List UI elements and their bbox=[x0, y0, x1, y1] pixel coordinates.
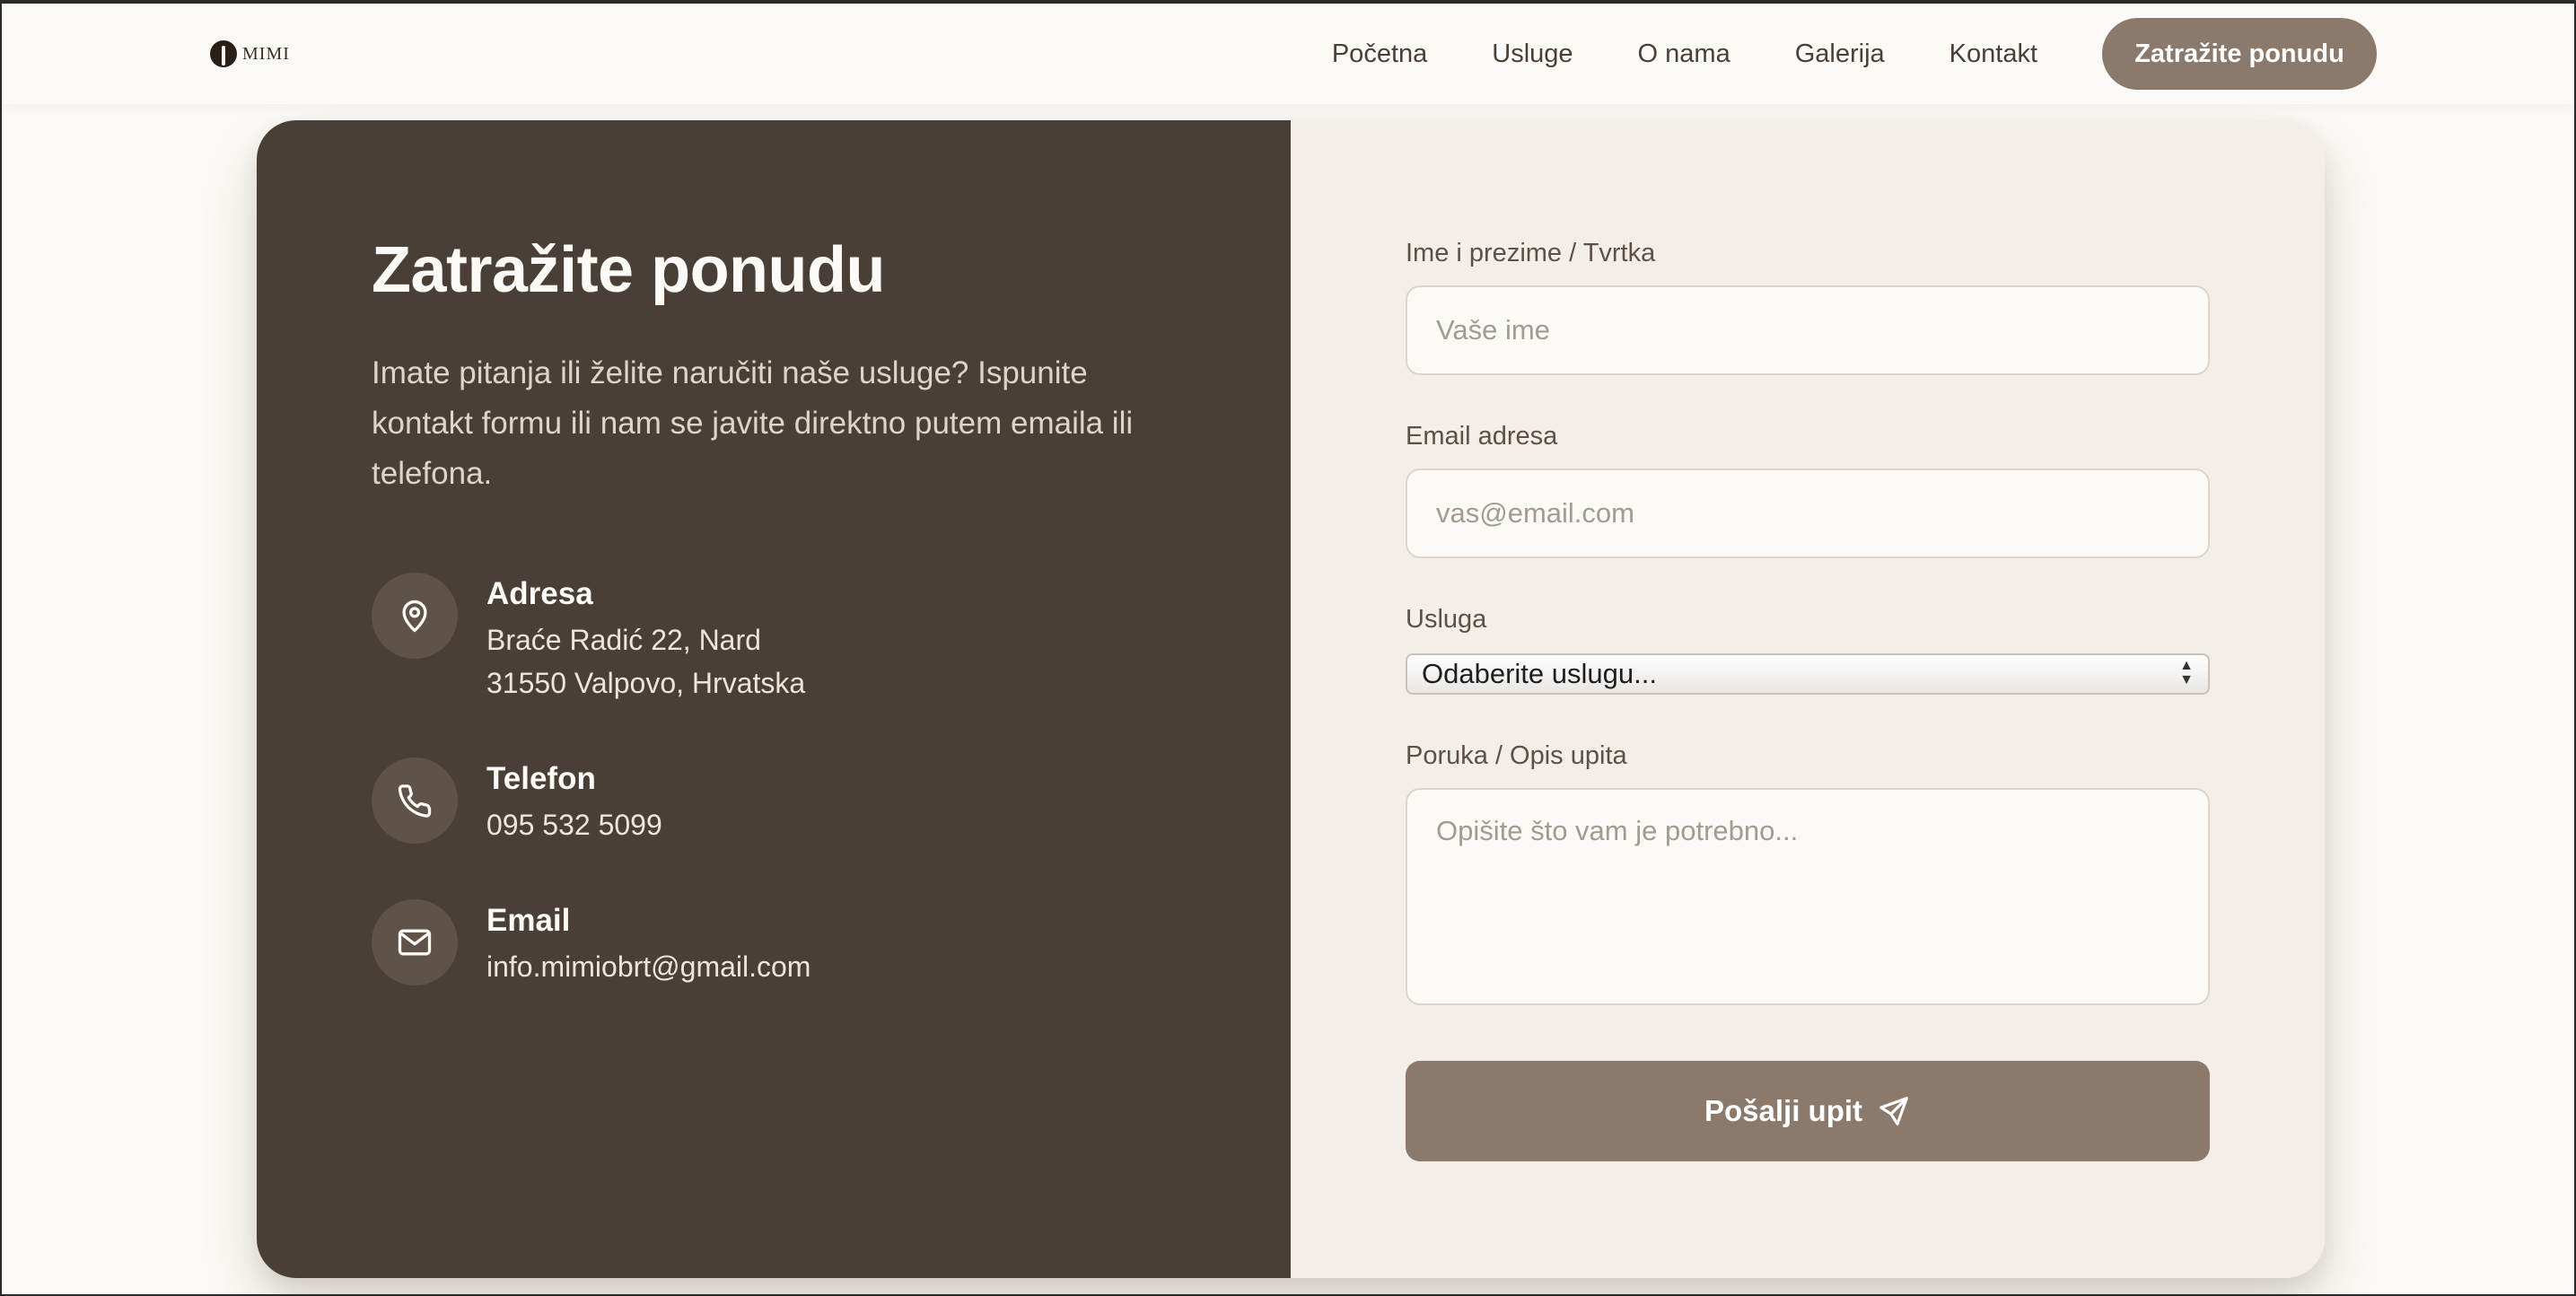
message-textarea[interactable] bbox=[1406, 788, 2210, 1005]
logo[interactable]: MIMI bbox=[210, 38, 290, 70]
email-value[interactable]: info.mimiobrt@gmail.com bbox=[486, 951, 810, 982]
page-title: Zatražite ponudu bbox=[372, 234, 885, 306]
navbar: MIMI Početna Usluge O nama Galerija Kont… bbox=[2, 4, 2574, 104]
nav-link-pocetna[interactable]: Početna bbox=[1332, 39, 1427, 69]
nav-links: Početna Usluge O nama Galerija Kontakt Z… bbox=[1332, 4, 2377, 104]
phone-icon bbox=[372, 757, 458, 844]
service-label: Usluga bbox=[1406, 605, 1487, 634]
logo-text: MIMI bbox=[242, 43, 290, 64]
mail-icon bbox=[372, 899, 458, 985]
nav-link-o-nama[interactable]: O nama bbox=[1638, 39, 1730, 69]
send-icon bbox=[1879, 1097, 1908, 1125]
phone-item: Telefon 095 532 5099 bbox=[372, 757, 662, 844]
service-select[interactable]: Odaberite uslugu... ▲ ▼ bbox=[1406, 653, 2210, 695]
address-title: Adresa bbox=[486, 576, 593, 611]
browser-viewport: MIMI Početna Usluge O nama Galerija Kont… bbox=[0, 0, 2576, 1296]
send-inquiry-button[interactable]: Pošalji upit bbox=[1406, 1061, 2210, 1161]
email-item: Email info.mimiobrt@gmail.com bbox=[372, 899, 810, 985]
quote-form: Ime i prezime / Tvrtka Email adresa Uslu… bbox=[1291, 120, 2325, 1278]
contact-info-panel: Zatražite ponudu Imate pitanja ili želit… bbox=[257, 120, 1291, 1278]
email-label: Email adresa bbox=[1406, 422, 1558, 451]
name-label: Ime i prezime / Tvrtka bbox=[1406, 239, 1656, 267]
address-line-2: 31550 Valpovo, Hrvatska bbox=[486, 667, 806, 699]
map-pin-icon bbox=[372, 573, 458, 659]
name-input[interactable] bbox=[1406, 285, 2210, 375]
address-line-1: Braće Radić 22, Nard bbox=[486, 624, 761, 656]
select-arrows-icon: ▲ ▼ bbox=[2179, 658, 2194, 687]
nav-link-kontakt[interactable]: Kontakt bbox=[1950, 39, 2037, 69]
intro-text: Imate pitanja ili želite naručiti naše u… bbox=[372, 355, 1134, 491]
send-inquiry-label: Pošalji upit bbox=[1704, 1094, 1863, 1127]
email-input[interactable] bbox=[1406, 468, 2210, 558]
nav-link-galerija[interactable]: Galerija bbox=[1795, 39, 1885, 69]
logo-mark-icon bbox=[210, 40, 237, 67]
request-quote-button[interactable]: Zatražite ponudu bbox=[2102, 18, 2377, 90]
address-item: Adresa Braće Radić 22, Nard 31550 Valpov… bbox=[372, 573, 805, 698]
email-title: Email bbox=[486, 903, 571, 938]
contact-card: Zatražite ponudu Imate pitanja ili želit… bbox=[257, 120, 2325, 1278]
message-label: Poruka / Opis upita bbox=[1406, 741, 1627, 770]
nav-link-usluge[interactable]: Usluge bbox=[1492, 39, 1573, 69]
phone-value[interactable]: 095 532 5099 bbox=[486, 810, 662, 840]
service-select-value: Odaberite uslugu... bbox=[1422, 658, 1657, 689]
phone-title: Telefon bbox=[486, 761, 596, 796]
